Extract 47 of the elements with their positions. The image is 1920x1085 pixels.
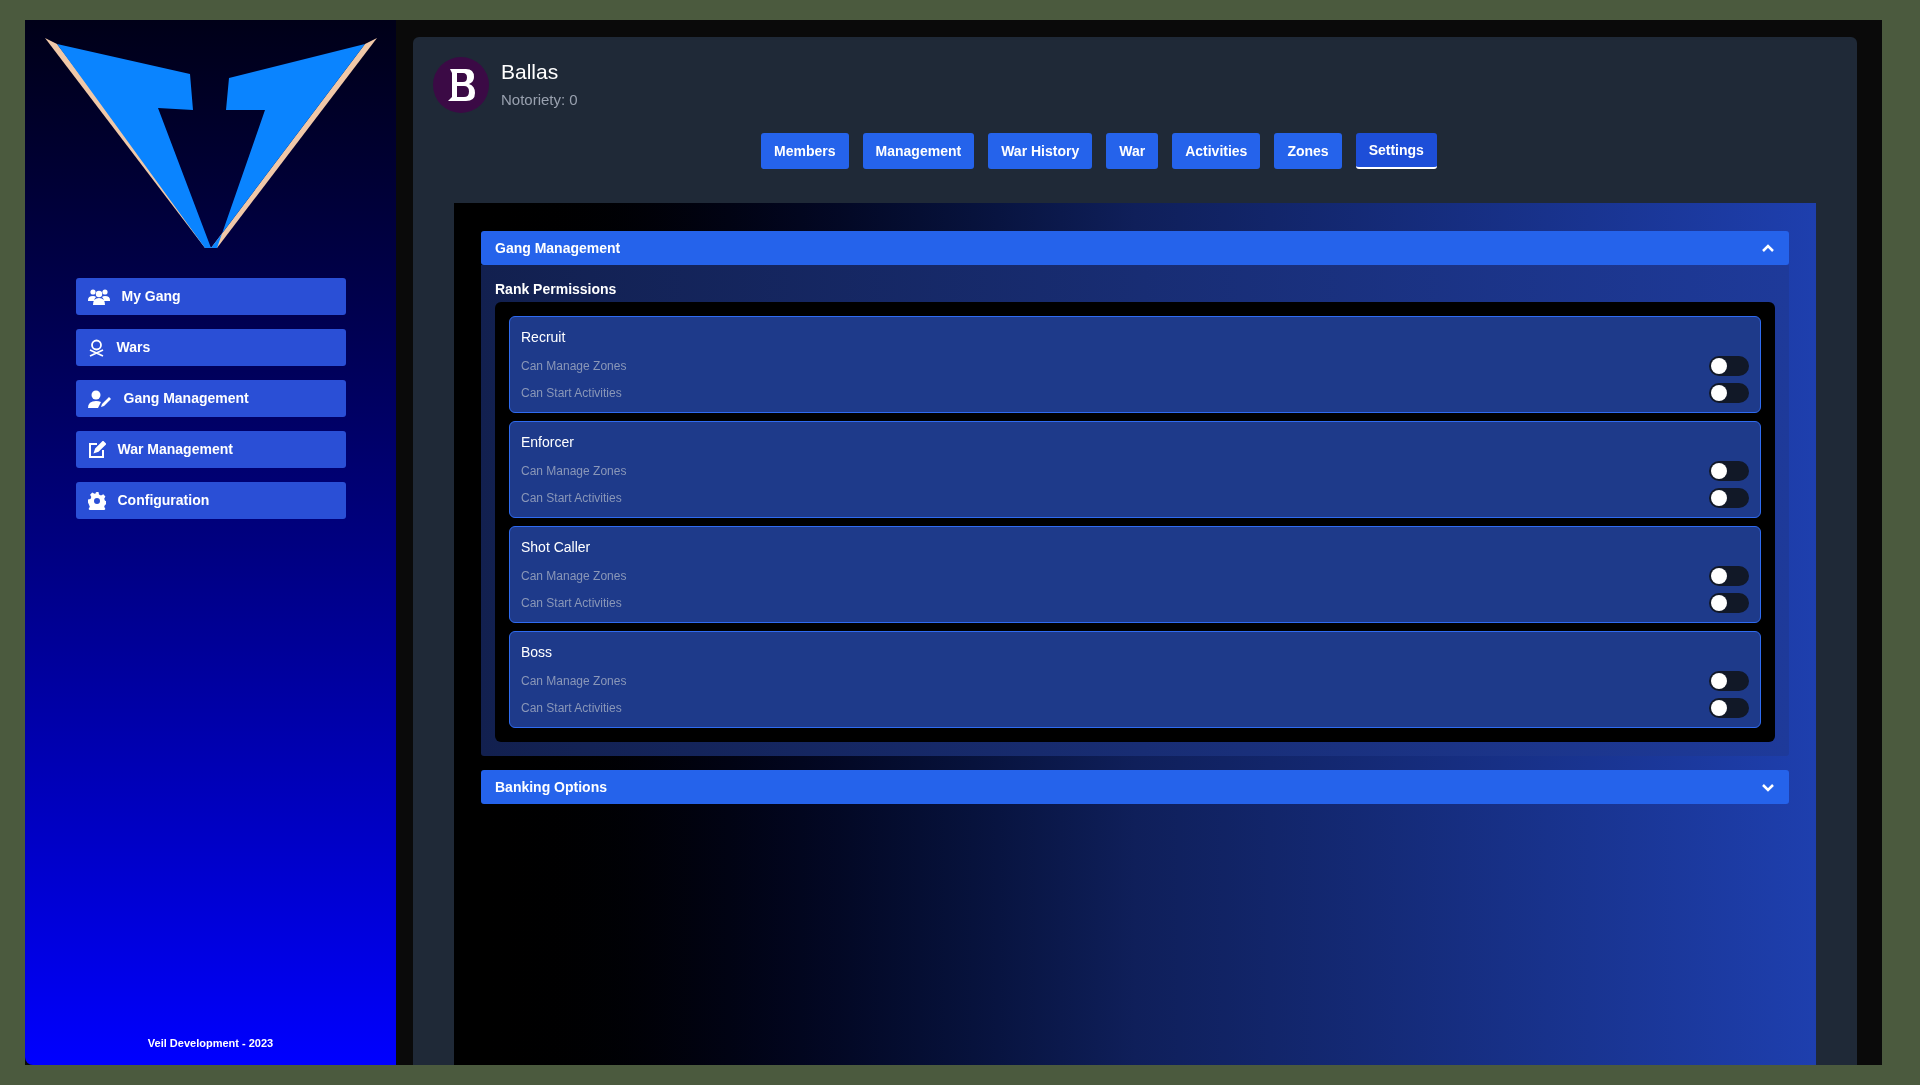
sidebar-item[interactable]: War Management — [75, 431, 346, 468]
toggle-switch[interactable] — [1709, 355, 1749, 376]
permission-label: Can Manage Zones — [521, 567, 627, 585]
tab[interactable]: Activities — [1172, 133, 1261, 169]
toggle-switch[interactable] — [1709, 460, 1749, 481]
subsection-title: Rank Permissions — [495, 280, 618, 299]
rank-name: Enforcer — [521, 433, 575, 452]
toggle-switch[interactable] — [1709, 670, 1749, 691]
notoriety-text: Notoriety: 0 — [501, 89, 578, 110]
skull-crossbones-icon — [87, 338, 105, 357]
permission-label: Can Start Activities — [521, 594, 622, 612]
sidebar-item[interactable]: Gang Management — [75, 380, 346, 417]
toggle-switch[interactable] — [1709, 565, 1749, 586]
tab[interactable]: Zones — [1274, 133, 1342, 169]
users-icon — [87, 288, 110, 305]
user-pen-icon — [87, 389, 112, 408]
permission-label: Can Start Activities — [521, 384, 622, 402]
rank-name: Recruit — [521, 328, 567, 347]
accordion-header[interactable]: Banking Options — [481, 770, 1789, 804]
permission-label: Can Manage Zones — [521, 462, 627, 480]
tab[interactable]: War — [1106, 133, 1159, 169]
footer-text: Veil Development - 2023 — [147, 1035, 274, 1051]
tab[interactable]: Members — [761, 133, 849, 169]
letter-emblem-icon — [446, 67, 476, 103]
permission-label: Can Manage Zones — [521, 672, 627, 690]
permission-label: Can Start Activities — [521, 489, 622, 507]
rank-name: Boss — [521, 643, 554, 662]
tab[interactable]: Settings — [1355, 133, 1437, 169]
permission-label: Can Start Activities — [521, 699, 622, 717]
tab[interactable]: War History — [988, 133, 1093, 169]
edit-icon — [87, 440, 106, 459]
tab[interactable]: Management — [862, 133, 975, 169]
accordion-header[interactable]: Gang Management — [481, 231, 1789, 265]
toggle-switch[interactable] — [1709, 592, 1749, 613]
toggle-switch[interactable] — [1709, 382, 1749, 403]
toggle-switch[interactable] — [1709, 487, 1749, 508]
sidebar-item[interactable]: Wars — [75, 329, 346, 366]
settings-icon — [87, 491, 106, 510]
toggle-switch[interactable] — [1709, 697, 1749, 718]
sidebar-item[interactable]: My Gang — [75, 278, 346, 315]
gang-name: Ballas — [501, 58, 560, 85]
rank-name: Shot Caller — [521, 538, 592, 557]
chevron-down-icon — [1761, 782, 1775, 792]
chevron-up-icon — [1761, 243, 1775, 253]
logo-icon — [44, 38, 377, 248]
sidebar-item[interactable]: Configuration — [75, 482, 346, 519]
permission-label: Can Manage Zones — [521, 357, 627, 375]
